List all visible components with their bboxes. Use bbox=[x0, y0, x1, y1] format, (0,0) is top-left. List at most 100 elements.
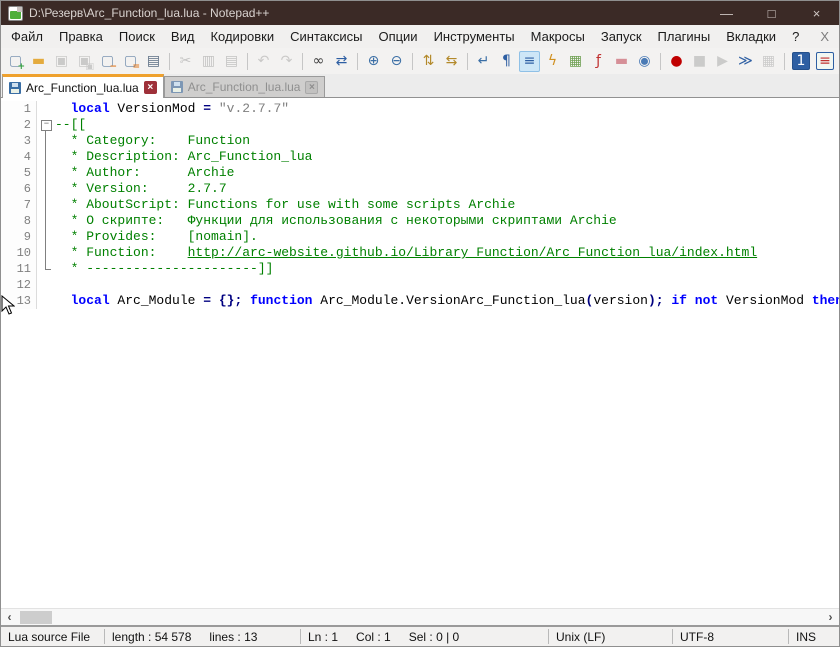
undo-icon[interactable]: ↶ bbox=[253, 51, 274, 72]
editor-line-9[interactable]: 9 * Provides: [nomain]. bbox=[1, 229, 839, 245]
find-icon[interactable]: ∞ bbox=[308, 51, 329, 72]
toolbar-separator bbox=[302, 52, 303, 70]
maximize-button[interactable]: □ bbox=[749, 1, 794, 25]
menu-item-Макросы[interactable]: Макросы bbox=[523, 26, 593, 47]
menu-item-Инструменты[interactable]: Инструменты bbox=[426, 26, 523, 47]
editor-pane[interactable]: 1 local VersionMod = "v.2.7.7"2--[[3 * C… bbox=[1, 98, 839, 608]
editor-line-6[interactable]: 6 * Version: 2.7.7 bbox=[1, 181, 839, 197]
fold-margin bbox=[37, 101, 55, 117]
zoom-in-icon[interactable]: ⊕ bbox=[363, 51, 384, 72]
menu-item-Кодировки[interactable]: Кодировки bbox=[202, 26, 282, 47]
tab-2[interactable]: Arc_Function_lua.lua × bbox=[163, 76, 326, 97]
horizontal-scrollbar[interactable]: ‹ › bbox=[1, 608, 839, 625]
saved-file-icon bbox=[9, 81, 21, 94]
titlebar: D:\Резерв\Arc_Function_lua.lua - Notepad… bbox=[1, 1, 839, 25]
editor-line-13[interactable]: 13 local Arc_Module = {}; function Arc_M… bbox=[1, 293, 839, 309]
function-list-icon[interactable]: ƒ bbox=[588, 51, 609, 72]
zoom-out-icon[interactable]: ⊖ bbox=[386, 51, 407, 72]
cut-icon[interactable]: ✂ bbox=[175, 51, 196, 72]
editor-line-3[interactable]: 3 * Category: Function bbox=[1, 133, 839, 149]
macro-play-icon[interactable]: ▶ bbox=[712, 51, 733, 72]
menu-item-Правка[interactable]: Правка bbox=[51, 26, 111, 47]
macro-stop-glyph: ■ bbox=[692, 53, 707, 69]
close-all-icon[interactable]: ▢ = bbox=[120, 51, 141, 72]
scroll-left-icon[interactable]: ‹ bbox=[1, 609, 18, 626]
macro-stop-icon[interactable]: ■ bbox=[689, 51, 710, 72]
fold-margin-line bbox=[37, 181, 55, 197]
line-number: 6 bbox=[1, 181, 37, 197]
macro-run-multiple-icon[interactable]: ≫ bbox=[735, 51, 756, 72]
sync-horizontal-scroll-icon[interactable]: ⇆ bbox=[441, 51, 462, 72]
macro-save-icon[interactable]: ▦ bbox=[758, 51, 779, 72]
plugin-button-2-icon[interactable]: ≡ bbox=[816, 52, 834, 70]
fold-margin-line bbox=[37, 213, 55, 229]
menu-item-?[interactable]: ? bbox=[784, 26, 807, 47]
copy-icon[interactable]: ▥ bbox=[198, 51, 219, 72]
code-text: * О скрипте: Функции для использования с… bbox=[55, 213, 617, 228]
redo-icon[interactable]: ↷ bbox=[276, 51, 297, 72]
macro-run-multiple-glyph: ≫ bbox=[738, 53, 753, 69]
show-indent-guide-icon[interactable]: ≡ bbox=[519, 50, 540, 72]
tab-close-icon[interactable]: × bbox=[143, 81, 157, 94]
word-wrap-icon[interactable]: ↵ bbox=[473, 51, 494, 72]
fold-margin-start[interactable] bbox=[37, 117, 55, 133]
fold-margin-line bbox=[37, 133, 55, 149]
tab-close-icon[interactable]: × bbox=[305, 80, 319, 94]
folder-as-workspace-icon[interactable]: ▬ bbox=[611, 51, 632, 72]
editor-line-5[interactable]: 5 * Author: Archie bbox=[1, 165, 839, 181]
editor-line-4[interactable]: 4 * Description: Arc_Function_lua bbox=[1, 149, 839, 165]
line-number: 4 bbox=[1, 149, 37, 165]
save-icon[interactable]: ▣ bbox=[51, 51, 72, 72]
tab-1[interactable]: Arc_Function_lua.lua × bbox=[2, 74, 164, 98]
sync-vertical-scroll-icon[interactable]: ⇅ bbox=[418, 51, 439, 72]
show-all-characters-glyph: ¶ bbox=[502, 53, 511, 69]
close-button[interactable]: × bbox=[794, 1, 839, 25]
document-map-icon[interactable]: ▦ bbox=[565, 51, 586, 72]
editor-line-10[interactable]: 10 * Function: http://arc-website.github… bbox=[1, 245, 839, 261]
paste-icon[interactable]: ▤ bbox=[221, 51, 242, 72]
menu-item-Запуск[interactable]: Запуск bbox=[593, 26, 650, 47]
replace-icon[interactable]: ⇄ bbox=[331, 51, 352, 72]
macro-save-glyph: ▦ bbox=[761, 53, 776, 69]
line-number: 11 bbox=[1, 261, 37, 277]
scroll-right-icon[interactable]: › bbox=[822, 609, 839, 626]
editor-line-1[interactable]: 1 local VersionMod = "v.2.7.7" bbox=[1, 101, 839, 117]
save-glyph: ▣ bbox=[54, 53, 69, 69]
open-file-icon[interactable]: ▬ bbox=[28, 51, 49, 72]
menu-item-Опции[interactable]: Опции bbox=[370, 26, 425, 47]
fold-margin bbox=[37, 293, 55, 309]
user-defined-dialog-icon[interactable]: ϟ bbox=[542, 51, 563, 72]
code-text: * Category: Function bbox=[55, 133, 251, 148]
menu-item-Файл[interactable]: Файл bbox=[3, 26, 51, 47]
save-all-icon[interactable]: ▣ ▣ bbox=[74, 51, 95, 72]
editor-line-7[interactable]: 7 * AboutScript: Functions for use with … bbox=[1, 197, 839, 213]
menu-item-Плагины[interactable]: Плагины bbox=[650, 26, 719, 47]
save-all-badge: ▣ bbox=[85, 61, 94, 72]
scrollbar-thumb[interactable] bbox=[20, 611, 52, 624]
plugin-button-1-icon[interactable]: 1 bbox=[792, 52, 810, 70]
view-monitoring-icon[interactable]: ◉ bbox=[634, 51, 655, 72]
macro-record-icon[interactable]: ● bbox=[666, 51, 687, 72]
editor-line-8[interactable]: 8 * О скрипте: Функции для использования… bbox=[1, 213, 839, 229]
menu-item-Синтаксисы[interactable]: Синтаксисы bbox=[282, 26, 370, 47]
editor-line-12[interactable]: 12 bbox=[1, 277, 839, 293]
menubar: Файл Правка Поиск Вид Кодировки Синтаксисы Опц… bbox=[1, 25, 839, 48]
print-icon[interactable]: ▤ bbox=[143, 51, 164, 72]
editor-line-2[interactable]: 2 --[[ bbox=[1, 117, 839, 133]
line-number: 8 bbox=[1, 213, 37, 229]
fold-margin-line bbox=[37, 245, 55, 261]
menu-item-Вид[interactable]: Вид bbox=[163, 26, 203, 47]
close-file-icon[interactable]: ▢ − bbox=[97, 51, 118, 72]
editor-line-11[interactable]: 11 * ----------------------]] bbox=[1, 261, 839, 277]
show-all-characters-icon[interactable]: ¶ bbox=[496, 51, 517, 72]
menu-item-Вкладки[interactable]: Вкладки bbox=[718, 26, 784, 47]
new-file-icon[interactable]: ▢ + bbox=[5, 51, 26, 72]
menu-item-Поиск[interactable]: Поиск bbox=[111, 26, 163, 47]
document-close-icon[interactable]: X bbox=[816, 27, 833, 46]
status-insert-mode: INS bbox=[796, 629, 817, 644]
scrollbar-track[interactable] bbox=[18, 609, 822, 625]
function-list-glyph: ƒ bbox=[596, 53, 601, 69]
minimize-button[interactable]: — bbox=[704, 1, 749, 25]
fold-margin-line bbox=[37, 149, 55, 165]
window-title: D:\Резерв\Arc_Function_lua.lua - Notepad… bbox=[29, 6, 270, 20]
